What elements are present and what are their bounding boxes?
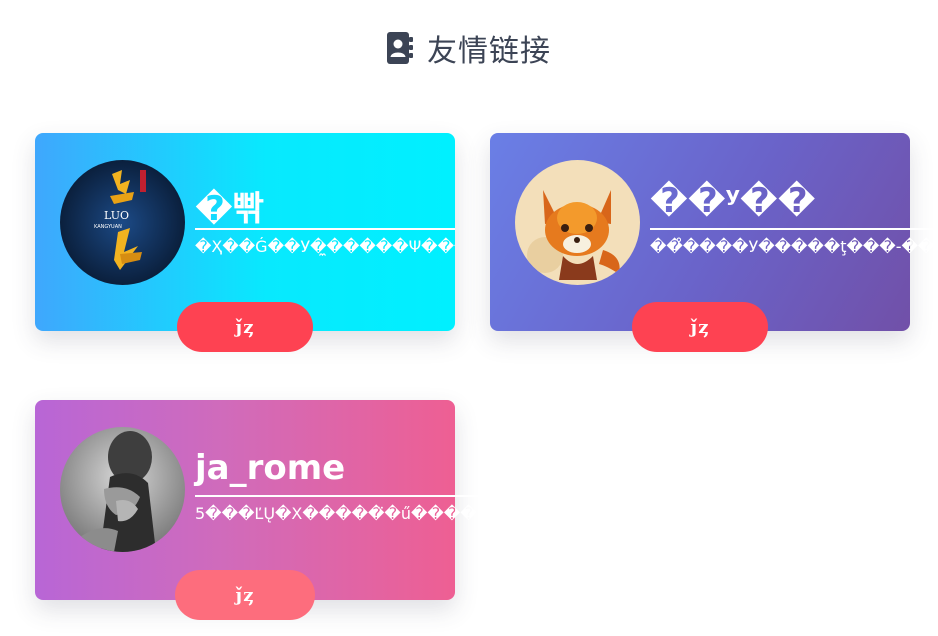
fox-avatar xyxy=(515,160,640,285)
link-description: �Ҳ��Ǵ��У�̼�����Ψ���� xyxy=(195,237,455,256)
avatar-text-kangyuan: KANGYUAN xyxy=(94,224,122,230)
visit-button[interactable]: ǰȥ xyxy=(177,302,313,352)
visit-button[interactable]: ǰȥ xyxy=(632,302,768,352)
visit-button[interactable]: ǰȥ xyxy=(175,570,315,620)
section-header: 友情链接 xyxy=(0,26,938,70)
divider xyxy=(195,495,495,497)
link-name: �빢 xyxy=(195,189,265,229)
friend-links-page: 友情链接 LUO KANGYUAN �빢 �Ҳ��Ǵ��У�̼�����Ψ�� … xyxy=(0,0,938,636)
avatar[interactable] xyxy=(515,160,640,285)
link-description: ��̊����У�����ţ���-�� xyxy=(650,237,935,256)
divider xyxy=(650,228,938,230)
divider xyxy=(195,228,455,230)
link-description: 5���ĽŲ�Χ�����̈�ű���� xyxy=(195,504,477,523)
page-title: 友情链接 xyxy=(427,34,551,69)
link-name: ja_rome xyxy=(195,448,346,488)
avatar[interactable] xyxy=(60,427,185,552)
contact-book-icon xyxy=(387,32,413,64)
link-name: ��ʸ�� xyxy=(650,181,816,221)
avatar-text-luo: LUO xyxy=(104,209,129,222)
link-card[interactable]: LUO KANGYUAN �빢 �Ҳ��Ǵ��У�̼�����Ψ���� ǰȥ xyxy=(35,133,455,352)
avatar[interactable]: LUO KANGYUAN xyxy=(60,160,185,285)
link-card[interactable]: ja_rome 5���ĽŲ�Χ�����̈�ű���� ǰȥ xyxy=(35,400,495,620)
hands-avatar xyxy=(60,427,185,552)
luo-kangyuan-avatar: LUO KANGYUAN xyxy=(60,160,185,285)
link-card[interactable]: ��ʸ�� ��̊����У�����ţ���-�� ǰȥ xyxy=(490,133,938,352)
